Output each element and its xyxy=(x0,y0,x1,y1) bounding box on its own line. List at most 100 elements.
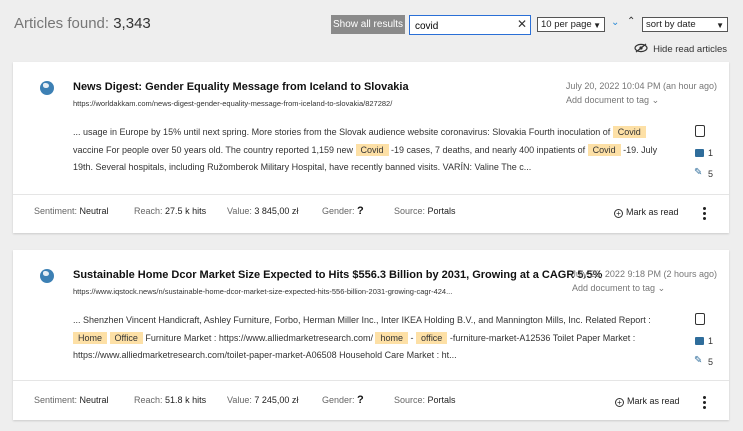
sort-ascending-icon[interactable]: ⌃ xyxy=(627,16,635,27)
highlighted-keyword: Covid xyxy=(587,143,621,156)
article-url[interactable]: https://www.iqstock.news/n/sustainable-h… xyxy=(73,287,452,296)
chevron-down-icon: ⌄ xyxy=(657,283,666,293)
value-label: Value: xyxy=(227,206,252,216)
reach-label: Reach: xyxy=(134,395,163,405)
sort-descending-icon[interactable]: ⌄ xyxy=(611,17,619,28)
article-snippet: ... Shenzhen Vincent Handicraft, Ashley … xyxy=(73,312,673,365)
gender-label: Gender: xyxy=(322,206,355,216)
chevron-down-icon: ▼ xyxy=(593,21,601,30)
mark-as-read-label: Mark as read xyxy=(626,207,679,217)
articles-found-label: Articles found: xyxy=(14,15,110,32)
chevron-down-icon: ▼ xyxy=(716,21,724,30)
image-count: 1 xyxy=(708,148,714,158)
add-document-to-tag[interactable]: Add document to tag ⌄ xyxy=(572,283,665,294)
chevron-down-icon: ⌄ xyxy=(651,95,660,105)
source-value: Portals xyxy=(427,395,456,405)
articles-found-count: 3,343 xyxy=(113,15,151,32)
gender: Gender: ? xyxy=(322,205,364,217)
gender-value: ? xyxy=(357,205,364,217)
pencil-icon[interactable]: ✎ xyxy=(694,167,702,178)
mark-as-read-button[interactable]: + Mark as read xyxy=(615,396,680,407)
value-label: Value: xyxy=(227,395,252,405)
snippet-text: - xyxy=(407,332,416,343)
source-label: Source: xyxy=(394,395,426,405)
reach: Reach: 51.8 k hits xyxy=(134,395,206,405)
globe-icon xyxy=(40,81,54,95)
more-options-icon[interactable] xyxy=(703,396,707,411)
gender-label: Gender: xyxy=(322,395,355,405)
article-date: July 20, 2022 9:18 PM (2 hours ago) xyxy=(571,269,717,279)
source: Source: Portals xyxy=(394,395,456,405)
pencil-icon[interactable]: ✎ xyxy=(694,355,702,366)
value-amount: 7 245,00 zł xyxy=(254,395,299,405)
value: Value: 3 845,00 zł xyxy=(227,206,298,216)
top-toolbar: Articles found: 3,343 Show all results ✕… xyxy=(0,0,743,60)
image-icon[interactable] xyxy=(695,337,704,345)
article-card: News Digest: Gender Equality Message fro… xyxy=(13,62,729,233)
add-document-to-tag[interactable]: Add document to tag ⌄ xyxy=(566,95,659,106)
highlighted-keyword: Home xyxy=(73,331,108,344)
reach-value: 27.5 k hits xyxy=(165,206,207,216)
card-divider xyxy=(13,194,729,195)
article-title[interactable]: News Digest: Gender Equality Message fro… xyxy=(73,81,409,93)
reach: Reach: 27.5 k hits xyxy=(134,206,206,216)
value: Value: 7 245,00 zł xyxy=(227,395,298,405)
plus-circle-icon: + xyxy=(614,209,623,218)
sentiment-label: Sentiment: xyxy=(34,206,78,216)
globe-icon xyxy=(40,269,54,283)
snippet-text: -19 cases, 7 deaths, and nearly 400 inpa… xyxy=(388,144,588,155)
articles-found: Articles found: 3,343 xyxy=(14,15,151,32)
show-all-results-button[interactable]: Show all results xyxy=(331,15,405,34)
highlighted-keyword: Covid xyxy=(355,143,389,156)
search-box: ✕ xyxy=(409,15,531,35)
sentiment: Sentiment: Neutral xyxy=(34,395,109,405)
sentiment-value: Neutral xyxy=(79,206,109,216)
snippet-text: vaccine For people over 50 years old. Th… xyxy=(73,144,356,155)
clear-search-icon[interactable]: ✕ xyxy=(517,16,527,33)
highlighted-keyword: office xyxy=(415,331,448,344)
reach-value: 51.8 k hits xyxy=(165,395,207,405)
card-divider xyxy=(13,380,729,381)
article-title[interactable]: Sustainable Home Dcor Market Size Expect… xyxy=(73,269,602,281)
sentiment: Sentiment: Neutral xyxy=(34,206,109,216)
reach-label: Reach: xyxy=(134,206,163,216)
plus-circle-icon: + xyxy=(615,398,624,407)
edit-count: 5 xyxy=(708,357,714,367)
article-date: July 20, 2022 10:04 PM (an hour ago) xyxy=(565,81,717,91)
copy-icon[interactable] xyxy=(695,313,705,325)
source: Source: Portals xyxy=(394,206,456,216)
add-tag-label: Add document to tag xyxy=(566,95,650,105)
sentiment-value: Neutral xyxy=(79,395,109,405)
sentiment-label: Sentiment: xyxy=(34,395,78,405)
copy-icon[interactable] xyxy=(695,125,705,137)
image-icon[interactable] xyxy=(695,149,704,157)
highlighted-keyword: home xyxy=(375,331,408,344)
sort-by-value: sort by date xyxy=(646,19,696,30)
per-page-select[interactable]: 10 per page ▼ xyxy=(537,17,605,32)
mark-as-read-label: Mark as read xyxy=(627,396,680,406)
more-options-icon[interactable] xyxy=(703,207,707,222)
highlighted-keyword: Office xyxy=(109,331,143,344)
per-page-value: 10 per page xyxy=(541,19,592,30)
article-url[interactable]: https://worldakkam.com/news-digest-gende… xyxy=(73,99,392,108)
eye-slash-icon xyxy=(634,43,649,56)
mark-as-read-button[interactable]: + Mark as read xyxy=(614,207,679,218)
sort-by-select[interactable]: sort by date ▼ xyxy=(642,17,728,32)
gender-value: ? xyxy=(357,394,364,406)
search-input[interactable] xyxy=(410,18,510,35)
snippet-text: ... usage in Europe by 15% until next sp… xyxy=(73,127,613,137)
hide-read-articles-toggle[interactable]: Hide read articles xyxy=(634,43,727,56)
value-amount: 3 845,00 zł xyxy=(254,206,299,216)
edit-count: 5 xyxy=(708,169,714,179)
add-tag-label: Add document to tag xyxy=(572,283,656,293)
article-snippet: ... usage in Europe by 15% until next sp… xyxy=(73,124,673,177)
highlighted-keyword: Covid xyxy=(612,126,646,138)
snippet-text: ... Shenzhen Vincent Handicraft, Ashley … xyxy=(73,315,651,325)
source-value: Portals xyxy=(427,206,456,216)
snippet-text: Furniture Market : https://www.alliedmar… xyxy=(142,332,376,343)
image-count: 1 xyxy=(708,336,714,346)
source-label: Source: xyxy=(394,206,426,216)
hide-read-label: Hide read articles xyxy=(653,44,727,56)
article-card: Sustainable Home Dcor Market Size Expect… xyxy=(13,250,729,420)
gender: Gender: ? xyxy=(322,394,364,406)
